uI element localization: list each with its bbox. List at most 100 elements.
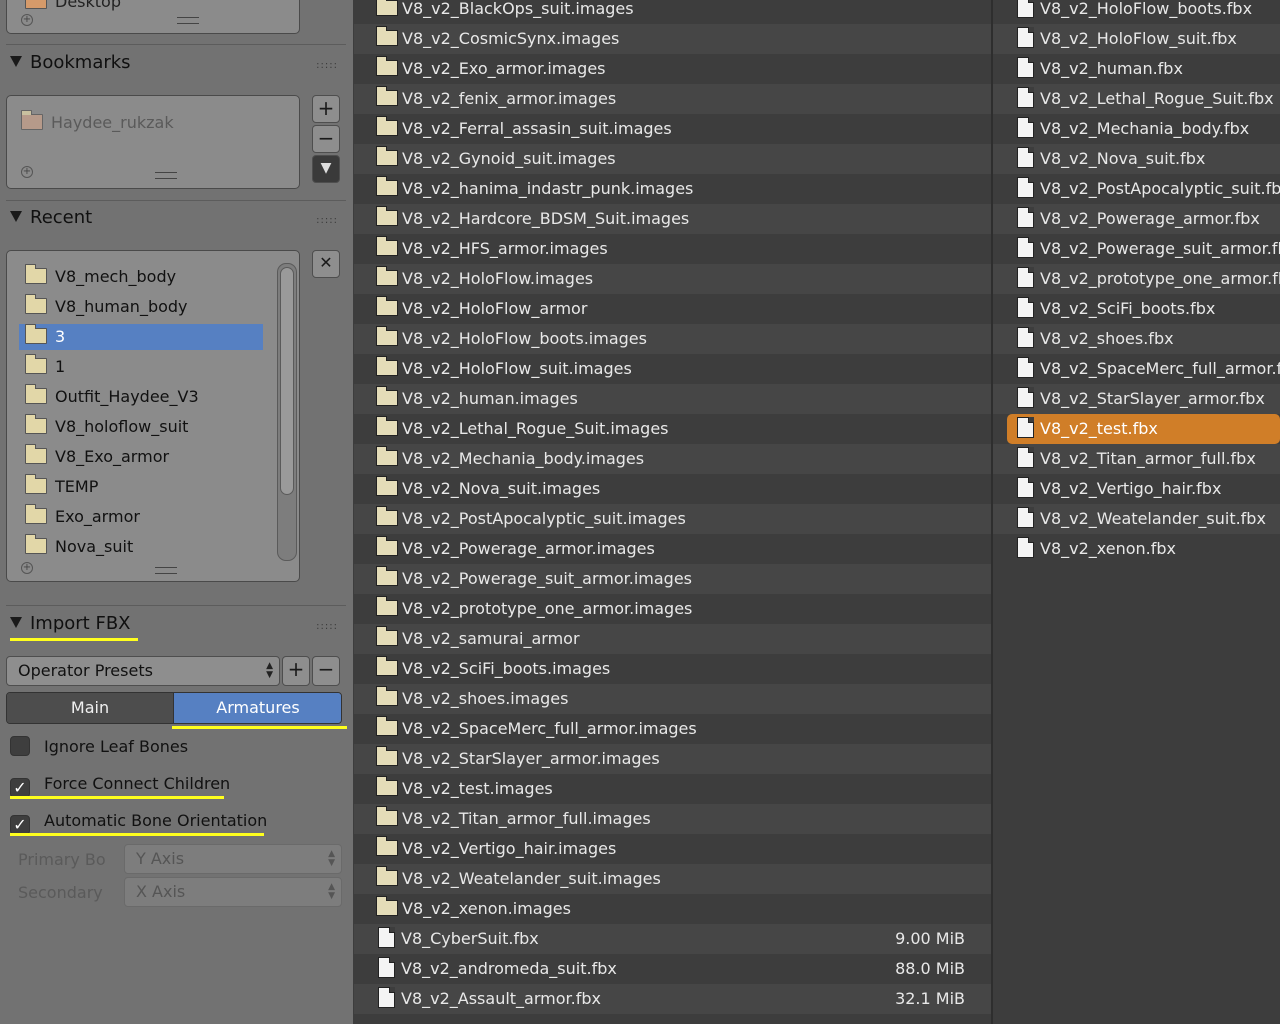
ignore-leaf-bones-option[interactable]: Ignore Leaf Bones bbox=[10, 734, 188, 760]
recent-item[interactable]: V8_Exo_armor bbox=[19, 444, 263, 470]
folder-row[interactable]: V8_v2_HoloFlow_boots.images bbox=[354, 324, 991, 354]
file-row-selected[interactable]: V8_v2_test.fbx bbox=[1007, 414, 1280, 444]
add-icon[interactable]: + bbox=[21, 14, 33, 26]
folder-row[interactable]: V8_v2_Titan_armor_full.images bbox=[354, 804, 991, 834]
add-bookmark-button[interactable]: + bbox=[312, 95, 340, 123]
file-row[interactable]: V8_v2_HoloFlow_suit.fbx bbox=[993, 24, 1280, 54]
automatic-bone-orientation-checkbox[interactable]: ✓ bbox=[10, 815, 30, 835]
folder-row[interactable]: V8_v2_xenon.images bbox=[354, 894, 991, 924]
recent-item[interactable]: TEMP bbox=[19, 474, 263, 500]
recent-item[interactable]: 1 bbox=[19, 354, 263, 380]
file-row[interactable]: V8_v2_StarSlayer_armor.fbx bbox=[993, 384, 1280, 414]
remove-bookmark-button[interactable]: − bbox=[312, 125, 340, 153]
folder-row[interactable]: V8_v2_samurai_armor bbox=[354, 624, 991, 654]
recent-item[interactable]: V8_mech_body bbox=[19, 264, 263, 290]
folder-row[interactable]: V8_v2_HoloFlow.images bbox=[354, 264, 991, 294]
folder-row[interactable]: V8_v2_Exo_armor.images bbox=[354, 54, 991, 84]
file-row[interactable]: V8_v2_Lethal_Rogue_Suit.fbx bbox=[993, 84, 1280, 114]
force-connect-children-checkbox[interactable]: ✓ bbox=[10, 778, 30, 798]
file-row[interactable]: V8_v2_Vertigo_hair.fbx bbox=[993, 474, 1280, 504]
folder-row[interactable]: V8_v2_Gynoid_suit.images bbox=[354, 144, 991, 174]
folder-icon bbox=[376, 806, 398, 826]
folder-row[interactable]: V8_v2_Vertigo_hair.images bbox=[354, 834, 991, 864]
folder-row[interactable]: V8_v2_shoes.images bbox=[354, 684, 991, 714]
folder-row[interactable]: V8_v2_CosmicSynx.images bbox=[354, 24, 991, 54]
folder-row[interactable]: V8_v2_prototype_one_armor.images bbox=[354, 594, 991, 624]
resize-grip[interactable] bbox=[155, 172, 177, 179]
separator bbox=[6, 44, 346, 45]
clear-recent-button[interactable]: ✕ bbox=[312, 250, 340, 278]
file-name: V8_v2_hanima_indastr_punk.images bbox=[402, 179, 694, 198]
file-row[interactable]: V8_v2_shoes.fbx bbox=[993, 324, 1280, 354]
folder-row[interactable]: V8_v2_HoloFlow_suit.images bbox=[354, 354, 991, 384]
folder-row[interactable]: V8_v2_BlackOps_suit.images bbox=[354, 0, 991, 24]
folder-row[interactable]: V8_v2_SpaceMerc_full_armor.images bbox=[354, 714, 991, 744]
folder-row[interactable]: V8_v2_human.images bbox=[354, 384, 991, 414]
tab-main[interactable]: Main bbox=[7, 693, 173, 723]
file-row[interactable]: V8_v2_human.fbx bbox=[993, 54, 1280, 84]
folder-row[interactable]: V8_v2_HFS_armor.images bbox=[354, 234, 991, 264]
folder-row[interactable]: V8_v2_Weatelander_suit.images bbox=[354, 864, 991, 894]
bookmark-item[interactable]: Haydee_rukzak bbox=[15, 110, 259, 136]
ignore-leaf-bones-checkbox[interactable] bbox=[10, 736, 30, 756]
file-row[interactable]: V8_v2_Nova_suit.fbx bbox=[993, 144, 1280, 174]
recent-scrollbar[interactable] bbox=[277, 263, 297, 561]
file-row[interactable]: V8_CyberSuit.fbx 9.00 MiB bbox=[354, 924, 991, 954]
file-row[interactable]: V8_v2_PostApocalyptic_suit.fbx bbox=[993, 174, 1280, 204]
folder-row[interactable]: V8_v2_HoloFlow_armor bbox=[354, 294, 991, 324]
drag-handle-icon[interactable]: ::::: bbox=[316, 53, 338, 79]
folder-row[interactable]: V8_v2_Nova_suit.images bbox=[354, 474, 991, 504]
file-row[interactable]: V8_v2_Powerage_suit_armor.fbx bbox=[993, 234, 1280, 264]
operator-presets-dropdown[interactable]: Operator Presets ▲ ▼ bbox=[6, 656, 280, 686]
folder-row[interactable]: V8_v2_test.images bbox=[354, 774, 991, 804]
folder-row[interactable]: V8_v2_Powerage_suit_armor.images bbox=[354, 564, 991, 594]
drag-handle-icon[interactable]: ::::: bbox=[316, 614, 338, 640]
file-row[interactable]: V8_v2_prototype_one_armor.fbx bbox=[993, 264, 1280, 294]
folder-row[interactable]: V8_v2_Ferral_assasin_suit.images bbox=[354, 114, 991, 144]
file-row[interactable]: V8_v2_Mechania_body.fbx bbox=[993, 114, 1280, 144]
file-row[interactable]: V8_v2_SpaceMerc_full_armor.fbx bbox=[993, 354, 1280, 384]
file-row[interactable]: V8_v2_Powerage_armor.fbx bbox=[993, 204, 1280, 234]
tab-armatures[interactable]: Armatures bbox=[173, 693, 341, 723]
file-row[interactable]: V8_v2_andromeda_suit.fbx 88.0 MiB bbox=[354, 954, 991, 984]
file-row[interactable]: V8_v2_SciFi_boots.fbx bbox=[993, 294, 1280, 324]
file-row[interactable]: V8_v2_HoloFlow_boots.fbx bbox=[993, 0, 1280, 24]
scrollbar-thumb[interactable] bbox=[280, 267, 294, 495]
system-item-desktop[interactable]: Desktop bbox=[19, 0, 263, 15]
file-name: V8_v2_xenon.images bbox=[402, 899, 571, 918]
remove-preset-button[interactable]: − bbox=[312, 656, 340, 686]
add-preset-button[interactable]: + bbox=[282, 656, 310, 686]
add-icon[interactable]: + bbox=[21, 562, 33, 574]
folder-row[interactable]: V8_v2_fenix_armor.images bbox=[354, 84, 991, 114]
recent-item[interactable]: Outfit_Haydee_V3 bbox=[19, 384, 263, 410]
file-row[interactable]: V8_v2_Titan_armor_full.fbx bbox=[993, 444, 1280, 474]
add-icon[interactable]: + bbox=[21, 166, 33, 178]
file-row[interactable]: V8_v2_Weatelander_suit.fbx bbox=[993, 504, 1280, 534]
yellow-highlight bbox=[10, 833, 264, 836]
recent-item-selected[interactable]: 3 bbox=[19, 324, 263, 350]
recent-item[interactable]: Nova_suit bbox=[19, 534, 263, 560]
recent-item[interactable]: Exo_armor bbox=[19, 504, 263, 530]
drag-handle-icon[interactable]: ::::: bbox=[316, 208, 338, 234]
recent-header[interactable]: Recent ::::: bbox=[10, 205, 346, 231]
bookmark-menu-button[interactable]: ▼ bbox=[312, 155, 340, 183]
resize-grip[interactable] bbox=[177, 17, 199, 24]
automatic-bone-orientation-option[interactable]: ✓ Automatic Bone Orientation bbox=[10, 808, 267, 835]
bookmarks-header[interactable]: Bookmarks ::::: bbox=[10, 50, 346, 76]
folder-row[interactable]: V8_v2_SciFi_boots.images bbox=[354, 654, 991, 684]
file-row[interactable]: V8_v2_xenon.fbx bbox=[993, 534, 1280, 564]
folder-row[interactable]: V8_v2_PostApocalyptic_suit.images bbox=[354, 504, 991, 534]
force-connect-children-option[interactable]: ✓ Force Connect Children bbox=[10, 771, 230, 798]
folder-row[interactable]: V8_v2_Lethal_Rogue_Suit.images bbox=[354, 414, 991, 444]
folder-row[interactable]: V8_v2_Powerage_armor.images bbox=[354, 534, 991, 564]
file-row[interactable]: V8_v2_Assault_armor.fbx 32.1 MiB bbox=[354, 984, 991, 1014]
collapse-triangle-icon bbox=[10, 617, 22, 628]
recent-item[interactable]: V8_human_body bbox=[19, 294, 263, 320]
folder-row[interactable]: V8_v2_StarSlayer_armor.images bbox=[354, 744, 991, 774]
recent-item[interactable]: V8_holoflow_suit bbox=[19, 414, 263, 440]
folder-row[interactable]: V8_v2_hanima_indastr_punk.images bbox=[354, 174, 991, 204]
resize-grip[interactable] bbox=[155, 567, 177, 574]
import-fbx-header[interactable]: Import FBX ::::: bbox=[10, 611, 346, 637]
folder-row[interactable]: V8_v2_Mechania_body.images bbox=[354, 444, 991, 474]
folder-row[interactable]: V8_v2_Hardcore_BDSM_Suit.images bbox=[354, 204, 991, 234]
